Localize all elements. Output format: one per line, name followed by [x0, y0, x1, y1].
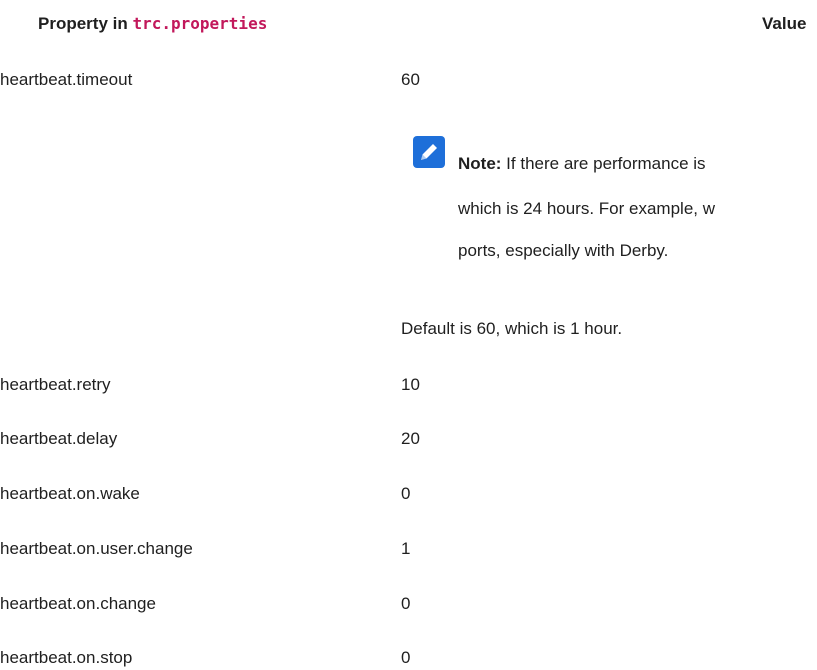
property-heartbeat-timeout: heartbeat.timeout — [0, 70, 133, 89]
value-heartbeat-on-stop: 0 — [401, 648, 411, 667]
property-heartbeat-on-wake: heartbeat.on.wake — [0, 484, 140, 503]
header-value: Value — [762, 14, 807, 33]
property-heartbeat-on-stop: heartbeat.on.stop — [0, 648, 133, 667]
value-heartbeat-on-change: 0 — [401, 594, 411, 613]
note-line-2: which is 24 hours. For example, w — [458, 199, 715, 218]
property-heartbeat-on-user-change: heartbeat.on.user.change — [0, 539, 193, 558]
value-heartbeat-timeout: 60 — [401, 70, 420, 89]
property-heartbeat-delay: heartbeat.delay — [0, 429, 118, 448]
property-heartbeat-retry: heartbeat.retry — [0, 375, 111, 394]
header-property-code: trc.properties — [132, 14, 268, 33]
note-pencil-icon — [413, 136, 445, 168]
note-label: Note: — [458, 154, 502, 173]
value-heartbeat-delay: 20 — [401, 429, 420, 448]
note-text-1: If there are performance is — [501, 154, 706, 173]
note-line-1: Note: If there are performance is — [458, 155, 706, 172]
value-heartbeat-retry: 10 — [401, 375, 420, 394]
property-heartbeat-on-change: heartbeat.on.change — [0, 594, 156, 613]
header-property: Property in trc.properties — [38, 14, 267, 34]
value-heartbeat-on-wake: 0 — [401, 484, 411, 503]
header-property-prefix: Property in — [38, 14, 133, 33]
default-text: Default is 60, which is 1 hour. — [401, 319, 623, 338]
note-line-3: ports, especially with Derby. — [458, 241, 669, 260]
value-heartbeat-on-user-change: 1 — [401, 539, 411, 558]
